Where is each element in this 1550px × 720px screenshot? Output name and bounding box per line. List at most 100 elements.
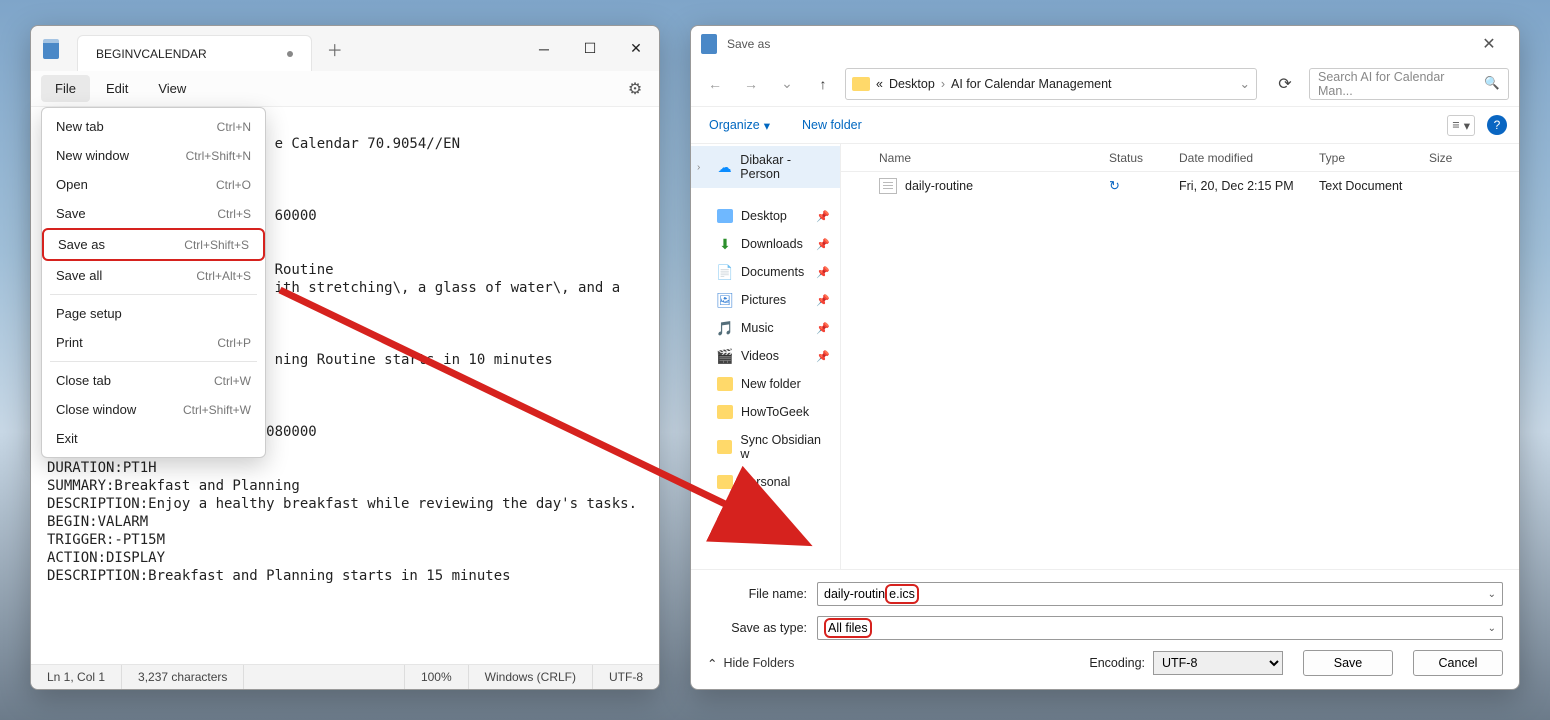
file-menu-dropdown: New tabCtrl+NNew windowCtrl+Shift+NOpenC… [41, 107, 266, 458]
nav-back-button[interactable]: ← [701, 70, 729, 98]
chevron-down-icon[interactable]: ⌄ [1488, 623, 1496, 634]
sidebar-item-personal[interactable]: Personal [691, 468, 840, 496]
sidebar-item-label: New folder [741, 377, 801, 391]
col-status[interactable]: Status [1101, 151, 1171, 165]
status-zoom: 100% [405, 665, 469, 689]
address-bar[interactable]: « Desktop › AI for Calendar Management ⌄ [845, 68, 1257, 100]
menu-item-exit[interactable]: Exit [42, 424, 265, 453]
filename-input[interactable]: daily-routine.ics ⌄ [817, 582, 1503, 606]
search-input[interactable]: Search AI for Calendar Man... 🔍 [1309, 68, 1509, 100]
menu-item-close-window[interactable]: Close window Ctrl+Shift+W [42, 395, 265, 424]
menu-item-close-tab[interactable]: Close tabCtrl+W [42, 366, 265, 395]
doc-icon: 📄 [717, 265, 733, 279]
menu-item-label: Close window [56, 402, 136, 417]
menu-item-shortcut: Ctrl+Alt+S [196, 269, 251, 283]
menu-view[interactable]: View [144, 75, 200, 102]
menu-item-shortcut: Ctrl+Shift+W [183, 403, 251, 417]
sidebar-item-desktop[interactable]: Desktop📌 [691, 202, 840, 230]
file-list: daily-routine↻Fri, 20, Dec 2:15 PMText D… [841, 172, 1519, 200]
menu-item-label: New tab [56, 119, 104, 134]
menu-item-save-all[interactable]: Save allCtrl+Alt+S [42, 261, 265, 290]
menu-file[interactable]: File [41, 75, 90, 102]
tab-unsaved-dot-icon [287, 51, 293, 57]
view-options-button[interactable]: ≡ ▾ [1447, 115, 1475, 136]
window-controls: ─ ☐ ✕ [521, 26, 659, 71]
chevron-down-icon[interactable]: ⌄ [1488, 589, 1496, 600]
menu-separator [50, 361, 257, 362]
saveastype-field-row: Save as type: All files ⌄ [707, 616, 1503, 640]
notepad-app-icon [701, 34, 717, 54]
nav-up-button[interactable]: ↑ [809, 70, 837, 98]
sidebar-item-pictures[interactable]: 🖼Pictures📌 [691, 286, 840, 314]
filename-field-row: File name: daily-routine.ics ⌄ [707, 582, 1503, 606]
minimize-button[interactable]: ─ [521, 26, 567, 71]
menu-item-page-setup[interactable]: Page setup [42, 299, 265, 328]
status-encoding: UTF-8 [593, 665, 659, 689]
file-type: Text Document [1311, 179, 1421, 193]
settings-gear-icon[interactable]: ⚙ [621, 75, 649, 103]
nav-forward-button[interactable]: → [737, 70, 765, 98]
save-button[interactable]: Save [1303, 650, 1393, 676]
sidebar-item-new-folder[interactable]: New folder [691, 370, 840, 398]
maximize-button[interactable]: ☐ [567, 26, 613, 71]
search-icon: 🔍 [1484, 76, 1500, 91]
col-date[interactable]: Date modified [1171, 151, 1311, 165]
sidebar-item-label: Sync Obsidian w [740, 433, 830, 461]
sidebar-item-dibakar-person[interactable]: ›☁Dibakar - Person [691, 146, 840, 188]
mus-icon: 🎵 [717, 321, 733, 335]
sidebar-item-music[interactable]: 🎵Music📌 [691, 314, 840, 342]
menu-edit[interactable]: Edit [92, 75, 142, 102]
menu-item-new-window[interactable]: New windowCtrl+Shift+N [42, 141, 265, 170]
col-type[interactable]: Type [1311, 151, 1421, 165]
folder-icon [717, 475, 733, 489]
menu-item-shortcut: Ctrl+Shift+S [184, 238, 249, 252]
cancel-button[interactable]: Cancel [1413, 650, 1503, 676]
menu-item-new-tab[interactable]: New tab Ctrl+N [42, 112, 265, 141]
sync-status-icon: ↻ [1101, 178, 1171, 194]
sidebar-item-sync-obsidian-w[interactable]: Sync Obsidian w [691, 426, 840, 468]
new-tab-button[interactable]: ＋ [318, 32, 352, 66]
saveastype-select[interactable]: All files ⌄ [817, 616, 1503, 640]
saveastype-value-highlight: All files [824, 618, 872, 638]
sidebar-item-documents[interactable]: 📄Documents📌 [691, 258, 840, 286]
encoding-select[interactable]: UTF-8 [1153, 651, 1283, 675]
menu-item-label: Open [56, 177, 88, 192]
breadcrumb-overflow[interactable]: « [876, 77, 883, 91]
menu-item-save-as[interactable]: Save as Ctrl+Shift+S [42, 228, 265, 261]
breadcrumb-item[interactable]: AI for Calendar Management [951, 77, 1112, 91]
refresh-button[interactable]: ⟳ [1269, 68, 1301, 100]
col-name[interactable]: Name [871, 151, 1101, 165]
pin-icon: 📌 [816, 294, 830, 307]
status-chars: 3,237 characters [122, 665, 244, 689]
saveas-actions-row: ⌃ Hide Folders Encoding: UTF-8 Save Canc… [707, 650, 1503, 676]
organize-button[interactable]: Organize ▾ [703, 114, 776, 137]
close-button[interactable]: ✕ [613, 26, 659, 71]
menu-item-open[interactable]: OpenCtrl+O [42, 170, 265, 199]
menu-item-shortcut: Ctrl+S [217, 207, 251, 221]
sidebar-item-downloads[interactable]: ⬇Downloads📌 [691, 230, 840, 258]
menu-item-label: Save as [58, 237, 105, 252]
folder-icon [717, 405, 733, 419]
menu-item-save[interactable]: SaveCtrl+S [42, 199, 265, 228]
file-row[interactable]: daily-routine↻Fri, 20, Dec 2:15 PMText D… [841, 172, 1519, 200]
sidebar-item-videos[interactable]: 🎬Videos📌 [691, 342, 840, 370]
sidebar-item-label: Pictures [741, 293, 786, 307]
new-folder-button[interactable]: New folder [796, 114, 868, 136]
sidebar-item-howtogeek[interactable]: HowToGeek [691, 398, 840, 426]
col-size[interactable]: Size [1421, 151, 1461, 165]
hide-folders-button[interactable]: ⌃ Hide Folders [707, 656, 794, 671]
breadcrumb-item[interactable]: Desktop [889, 77, 935, 91]
pin-icon: 📌 [816, 322, 830, 335]
menu-item-shortcut: Ctrl+N [217, 120, 251, 134]
nav-recent-button[interactable]: ⌄ [773, 70, 801, 98]
close-button[interactable]: ✕ [1469, 26, 1509, 61]
notepad-tab[interactable]: BEGINVCALENDAR [77, 35, 312, 71]
menu-item-print[interactable]: PrintCtrl+P [42, 328, 265, 357]
saveas-bottom-panel: File name: daily-routine.ics ⌄ Save as t… [691, 569, 1519, 689]
column-headers[interactable]: Name Status Date modified Type Size [841, 144, 1519, 172]
help-button[interactable]: ? [1487, 115, 1507, 135]
vid-icon: 🎬 [717, 349, 733, 363]
chevron-down-icon[interactable]: ⌄ [1240, 76, 1250, 91]
desk-icon [717, 209, 733, 223]
menu-separator [50, 294, 257, 295]
